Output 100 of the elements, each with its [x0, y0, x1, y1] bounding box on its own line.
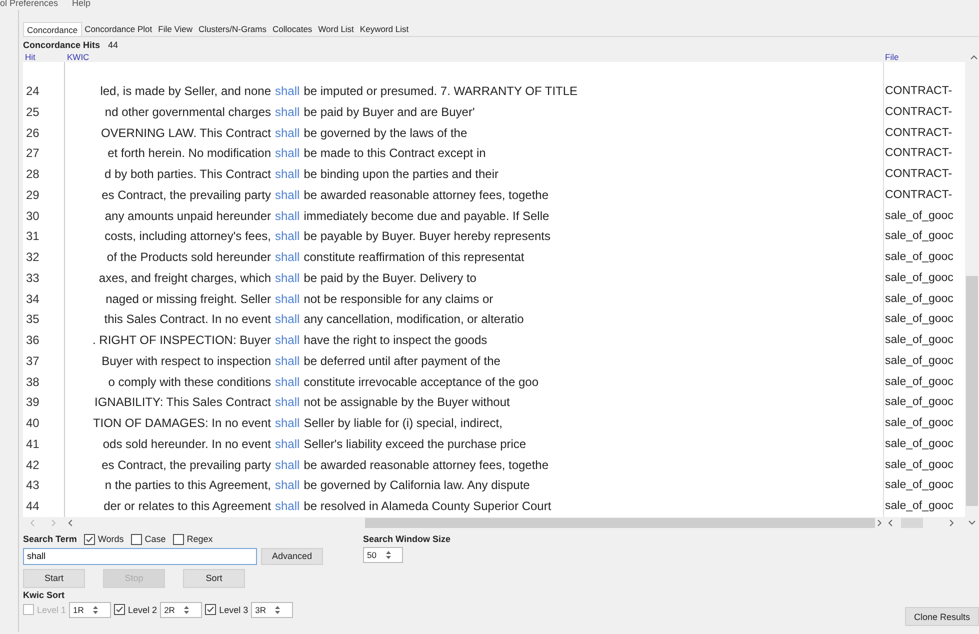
right-context: be governed by the laws of the [304, 124, 468, 142]
file-name: CONTRACT- [883, 184, 965, 206]
window-size-spinner[interactable]: 50 [363, 546, 404, 563]
keyword: shall [275, 290, 300, 308]
right-context: be binding upon the parties and their [304, 166, 500, 183]
checkbox[interactable] [205, 604, 216, 616]
keyword: shall [275, 352, 300, 370]
scroll-left-icon[interactable] [67, 518, 73, 527]
right-context: not be assignable by the Buyer without [304, 394, 511, 412]
left-context: et forth herein. No modification [106, 145, 271, 162]
scrollbar-thumb[interactable] [364, 518, 876, 528]
left-context: naged or missing freight. Seller [104, 290, 271, 308]
hit-number: 25 [23, 102, 65, 122]
file-name: sale_of_gooc [883, 268, 965, 288]
hit-number: 30 [23, 206, 65, 226]
tab[interactable]: Concordance [23, 22, 82, 36]
file-name: CONTRACT- [883, 81, 965, 102]
search-term-label: Search Term [23, 534, 77, 544]
level-spinner[interactable]: 3R [251, 602, 294, 618]
scrollbar-thumb[interactable] [966, 276, 978, 506]
spin-arrows-icon[interactable] [92, 604, 99, 616]
hit-number: 29 [23, 184, 65, 206]
file-name: sale_of_gooc [883, 413, 965, 434]
tab[interactable]: Keyword List [356, 22, 412, 36]
right-context: Seller by liable for (i) special, indirect, [304, 415, 504, 432]
left-context: costs, including attorney's fees, [104, 228, 271, 246]
checkbox[interactable] [130, 534, 142, 545]
action-button[interactable]: Sort [183, 568, 245, 588]
hit-number: 35 [23, 309, 65, 330]
right-context: Seller's liability exceed the purchase price [304, 436, 528, 453]
scroll-right-icon[interactable] [877, 518, 883, 527]
hit-number: 40 [23, 413, 65, 434]
right-context: be imputed or presumed. 7. WARRANTY OF TITLE [304, 83, 579, 100]
file-name: sale_of_gooc [883, 309, 965, 330]
keyword: shall [275, 208, 300, 224]
left-context: ods sold hereunder. In no event [102, 436, 271, 453]
right-context: be paid by the Buyer. Delivery to [304, 270, 478, 287]
file-name: sale_of_gooc [883, 330, 965, 351]
hit-number: 24 [23, 81, 65, 102]
keyword: shall [275, 249, 300, 266]
left-context: d by both parties. This Contract [103, 166, 271, 183]
file-name: sale_of_gooc [883, 206, 965, 226]
level-spinner[interactable]: 2R [160, 602, 202, 618]
scroll-left-icon[interactable] [887, 518, 893, 527]
left-context: n the parties to this Agreement, [104, 477, 271, 494]
hits-count: 44 [108, 40, 118, 50]
left-context: IGNABILITY: This Sales Contract [93, 394, 271, 412]
hit-number: 27 [23, 143, 65, 164]
keyword: shall [275, 311, 300, 328]
left-context: es Contract, the prevailing party [100, 186, 271, 204]
search-field[interactable]: shall [23, 548, 257, 565]
right-context: not be responsible for any claims or [304, 290, 494, 308]
tab[interactable]: Concordance Plot [82, 22, 156, 36]
spin-arrows-icon[interactable] [274, 604, 281, 616]
right-context: have the right to inspect the goods [304, 332, 488, 349]
hit-number: 26 [23, 122, 65, 144]
checkbox-label[interactable]: Regex [186, 534, 213, 544]
keyword: shall [275, 186, 300, 204]
file-name: sale_of_gooc [883, 434, 965, 454]
hit-number: 42 [23, 454, 65, 476]
checkbox[interactable] [172, 534, 184, 545]
keyword: shall [275, 456, 300, 474]
advanced-button[interactable]: Advanced [261, 548, 324, 565]
left-context: es Contract, the prevailing party [100, 456, 271, 474]
checkbox-label[interactable]: Words [98, 534, 124, 544]
scroll-down-icon[interactable] [968, 520, 976, 526]
scroll-right-icon[interactable] [949, 518, 955, 527]
level-label: Level 2 [128, 604, 158, 615]
checkbox[interactable] [84, 534, 95, 545]
left-context: TION OF DAMAGES: In no event [92, 415, 271, 432]
window-size-label: Search Window Size [363, 534, 450, 544]
spin-arrows-icon[interactable] [182, 604, 190, 616]
left-context: . RIGHT OF INSPECTION: Buyer [92, 332, 271, 349]
right-context: any cancellation, modification, or alteratio [304, 311, 525, 328]
keyword: shall [275, 104, 300, 121]
tab[interactable]: Word List [315, 22, 357, 36]
hit-number: 32 [23, 247, 65, 268]
right-context: be payable by Buyer. Buyer hereby represents [304, 228, 552, 246]
keyword: shall [275, 415, 300, 432]
column-header[interactable]: Hit [23, 52, 65, 62]
tab[interactable]: Collocates [269, 22, 316, 36]
column-header[interactable]: File [883, 52, 965, 62]
spin-arrows-icon[interactable] [384, 548, 392, 561]
hit-number: 38 [23, 372, 65, 392]
hit-number: 28 [23, 164, 65, 185]
scrollbar-thumb[interactable] [901, 518, 923, 528]
scroll-up-icon[interactable] [970, 54, 978, 60]
right-context: be made to this Contract except in [304, 145, 487, 162]
action-button[interactable]: Start [23, 568, 85, 588]
file-name: CONTRACT- [883, 143, 965, 164]
tab[interactable]: File View [155, 22, 196, 36]
hit-number: 36 [23, 330, 65, 351]
keyword: shall [275, 332, 300, 349]
checkbox[interactable] [114, 604, 126, 616]
clone-results-button[interactable]: Clone Results [904, 607, 979, 626]
keyword: shall [275, 477, 300, 494]
tab[interactable]: Clusters/N-Grams [195, 22, 270, 36]
hits-label: Concordance Hits [23, 40, 100, 50]
column-header[interactable]: KWIC [65, 52, 883, 62]
checkbox-label[interactable]: Case [144, 534, 166, 544]
